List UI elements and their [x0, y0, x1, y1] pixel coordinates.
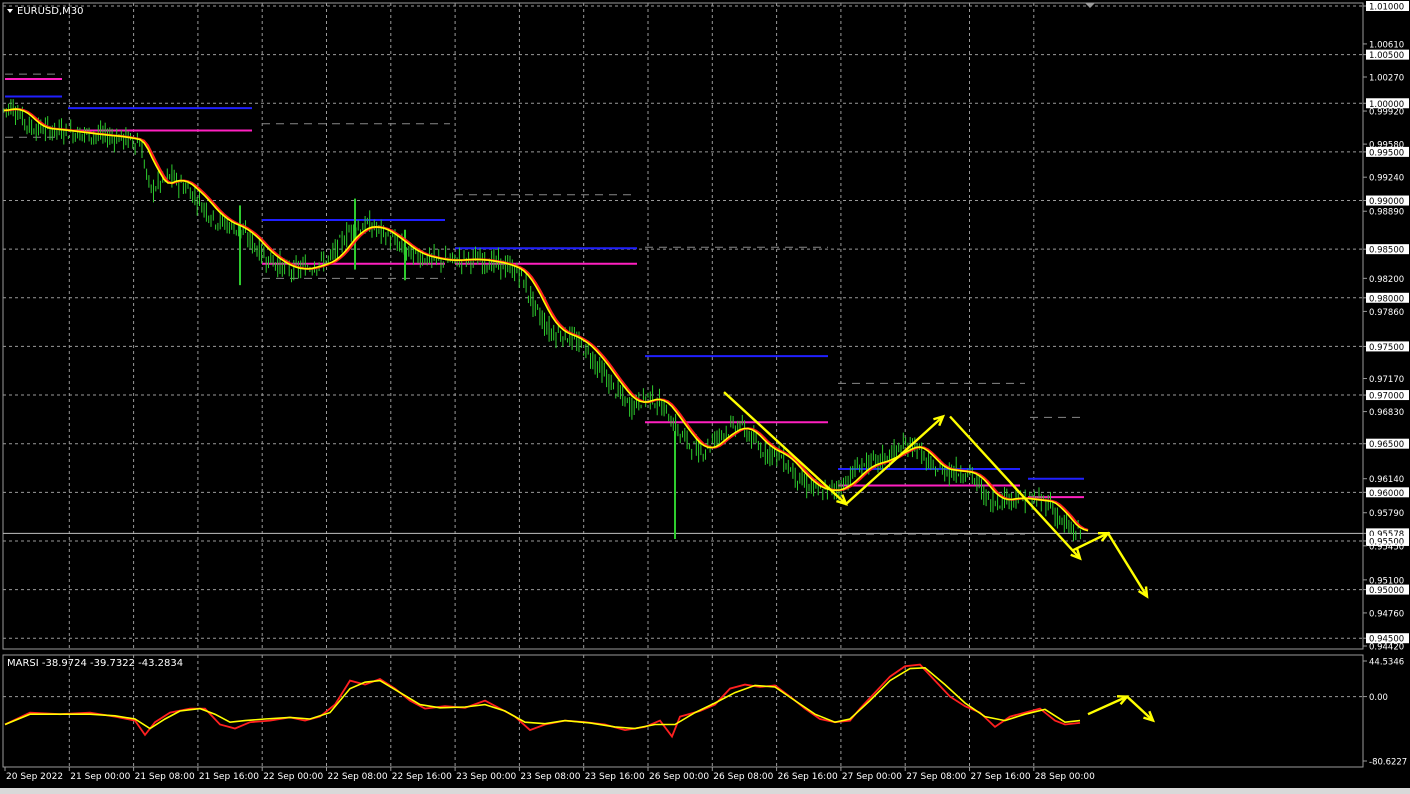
x-tick-label: 26 Sep 00:00	[649, 772, 709, 782]
y-tick-label: 0.99920	[1369, 108, 1404, 118]
y-tick-label: 0.95000	[1369, 586, 1404, 596]
y-tick-label: 0.99500	[1369, 148, 1404, 158]
y-tick-label: 0.99000	[1369, 197, 1404, 207]
y-tick-label: 0.96140	[1369, 475, 1404, 485]
y-tick-label: 0.97860	[1369, 308, 1404, 318]
x-tick-label: 22 Sep 08:00	[328, 772, 388, 782]
y-tick-label: 0.96500	[1369, 440, 1404, 450]
indicator-tick-label: 44.5346	[1369, 658, 1404, 668]
y-tick-label: 0.98500	[1369, 246, 1404, 256]
y-tick-label: 0.96830	[1369, 408, 1404, 418]
chart-background	[0, 0, 1410, 794]
x-tick-label: 27 Sep 08:00	[906, 772, 966, 782]
y-tick-label: 0.98890	[1369, 208, 1404, 218]
y-tick-label: 1.00500	[1369, 51, 1404, 61]
x-tick-label: 21 Sep 08:00	[135, 772, 195, 782]
x-tick-label: 27 Sep 00:00	[842, 772, 902, 782]
indicator-tick-label: 0.00	[1369, 693, 1388, 703]
x-tick-label: 23 Sep 00:00	[456, 772, 516, 782]
x-tick-label: 22 Sep 16:00	[392, 772, 452, 782]
y-tick-label: 1.00270	[1369, 74, 1404, 84]
symbol-label[interactable]: EURUSD,M30	[17, 6, 83, 17]
x-tick-label: 21 Sep 00:00	[70, 772, 130, 782]
y-tick-label: 0.97500	[1369, 343, 1404, 353]
y-tick-label: 0.95450	[1369, 542, 1404, 552]
y-tick-label: 1.00610	[1369, 40, 1404, 50]
y-tick-label: 0.97170	[1369, 375, 1404, 385]
y-tick-label: 0.96000	[1369, 489, 1404, 499]
y-tick-label: 0.98200	[1369, 275, 1404, 285]
y-tick-label: 0.95790	[1369, 509, 1404, 519]
y-tick-label: 0.94420	[1369, 643, 1404, 653]
y-tick-label: 1.01000	[1369, 3, 1404, 13]
x-tick-label: 22 Sep 00:00	[263, 772, 323, 782]
y-tick-label: 0.97000	[1369, 392, 1404, 402]
x-tick-label: 20 Sep 2022	[6, 772, 63, 782]
bottom-tab-strip	[0, 788, 1410, 794]
x-tick-label: 21 Sep 16:00	[199, 772, 259, 782]
x-tick-label: 26 Sep 16:00	[778, 772, 838, 782]
x-tick-label: 28 Sep 00:00	[1035, 772, 1095, 782]
indicator-tick-label: -80.6227	[1369, 758, 1407, 768]
x-tick-label: 27 Sep 16:00	[971, 772, 1031, 782]
y-tick-label: 0.99240	[1369, 174, 1404, 184]
x-tick-label: 23 Sep 08:00	[520, 772, 580, 782]
y-tick-label: 0.94760	[1369, 609, 1404, 619]
chart-canvas: 1.010001.006101.005001.002701.000000.999…	[0, 0, 1410, 794]
x-tick-label: 23 Sep 16:00	[585, 772, 645, 782]
x-tick-label: 26 Sep 08:00	[713, 772, 773, 782]
indicator-label: MARSI -38.9724 -39.7322 -43.2834	[7, 658, 183, 669]
y-tick-label: 0.98000	[1369, 294, 1404, 304]
